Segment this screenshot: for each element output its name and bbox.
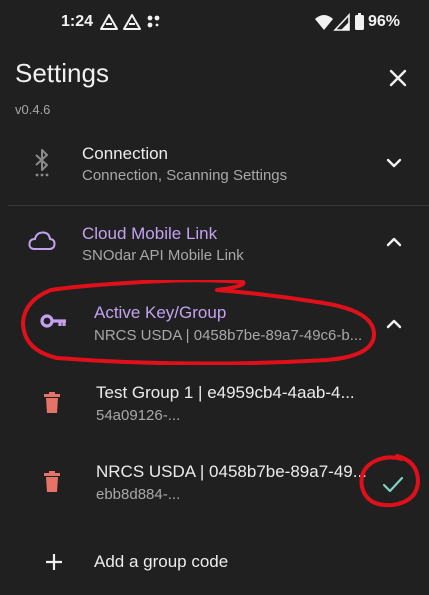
section-subtitle: SNOdar API Mobile Link [82,247,244,264]
chevron-up-icon[interactable] [384,232,404,252]
divider [8,205,429,206]
section-cloud-mobile-link[interactable]: Cloud Mobile Link SNOdar API Mobile Link [0,218,429,270]
chevron-down-icon[interactable] [384,153,404,173]
group-title: NRCS USDA | 0458b7be-89a7-49... [96,462,367,481]
battery-icon [355,13,364,30]
status-bar: 1:24 96% [0,0,429,46]
app-version: v0.4.6 [15,102,51,117]
wifi-icon [315,15,333,30]
signal-icon [333,12,350,31]
section-connection[interactable]: Connection Connection, Scanning Settings [0,138,429,190]
plus-icon [46,554,62,570]
add-group-button[interactable]: Add a group code [0,540,429,584]
status-time: 1:24 [61,13,94,30]
section-subtitle: Connection, Scanning Settings [82,167,288,184]
group-subtitle: 54a09126-... [96,407,181,424]
delete-icon[interactable] [43,471,61,493]
drive-icon [100,14,118,30]
battery-percent: 96% [368,13,401,30]
group-title: Test Group 1 | e4959cb4-4aab-4... [96,383,355,402]
list-item[interactable]: Test Group 1 | e4959cb4-4aab-4... 54a091… [0,376,429,432]
cloud-icon [28,231,56,250]
annotation-circle [359,454,421,508]
annotation-ellipse [21,280,377,365]
bluetooth-icon [35,149,49,177]
section-title: Cloud Mobile Link [82,224,218,243]
chevron-up-icon[interactable] [384,314,404,334]
delete-icon[interactable] [43,392,61,414]
dots-icon [147,15,160,28]
page-title: Settings [15,58,109,88]
section-title: Connection [82,144,169,163]
drive-icon [123,14,141,30]
group-subtitle: ebb8d884-... [96,486,181,503]
close-icon[interactable] [384,64,412,92]
add-group-label: Add a group code [94,552,229,571]
